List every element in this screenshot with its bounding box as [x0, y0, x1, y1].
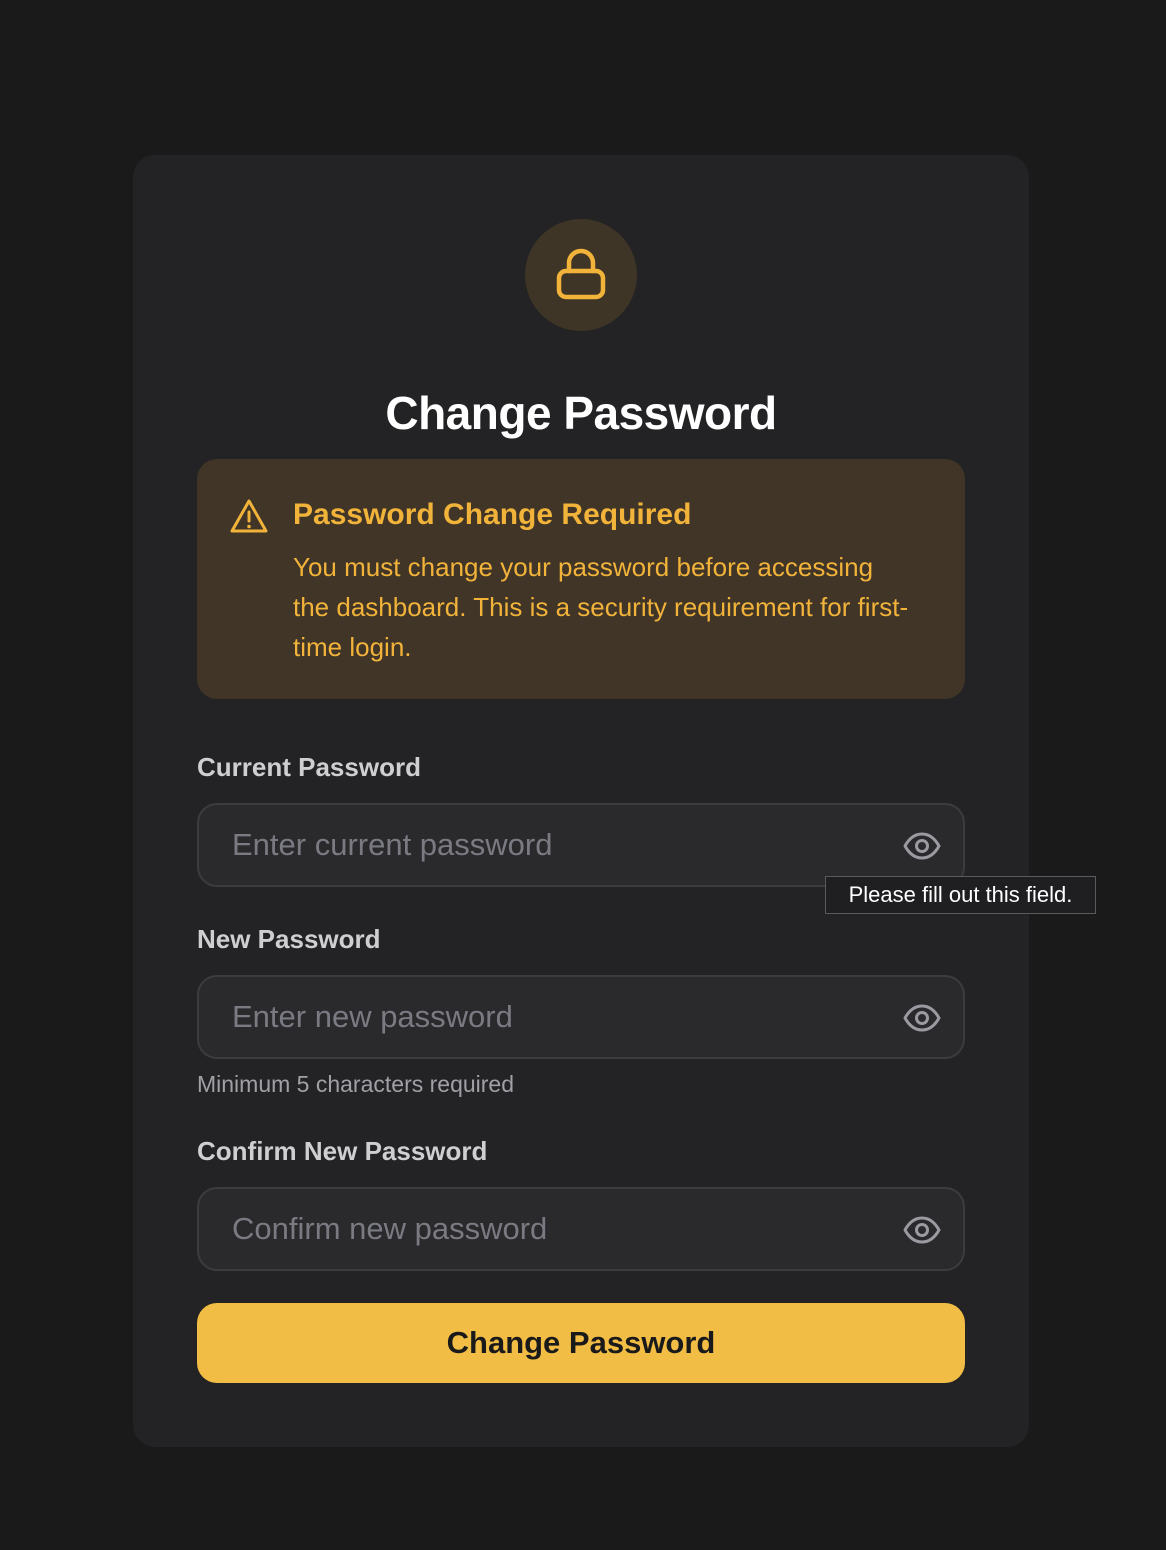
eye-icon	[903, 832, 941, 860]
password-change-alert: Password Change Required You must change…	[197, 459, 965, 699]
alert-title: Password Change Required	[293, 498, 692, 531]
validation-tooltip: Please fill out this field.	[825, 876, 1096, 914]
confirm-password-label: Confirm New Password	[197, 1136, 488, 1166]
confirm-password-input[interactable]	[199, 1189, 879, 1269]
eye-icon	[903, 1004, 941, 1032]
show-new-password-toggle[interactable]	[901, 997, 943, 1039]
new-password-hint: Minimum 5 characters required	[197, 1071, 515, 1097]
lock-icon	[556, 248, 606, 300]
warning-triangle-icon	[230, 499, 268, 533]
new-password-input[interactable]	[199, 977, 879, 1057]
change-password-card: Change Password Password Change Required…	[133, 155, 1029, 1447]
show-current-password-toggle[interactable]	[901, 825, 943, 867]
lock-badge	[525, 219, 637, 331]
new-password-field	[197, 975, 965, 1059]
current-password-label: Current Password	[197, 752, 421, 782]
confirm-password-field	[197, 1187, 965, 1271]
show-confirm-password-toggle[interactable]	[901, 1209, 943, 1251]
current-password-field	[197, 803, 965, 887]
current-password-input[interactable]	[199, 805, 879, 885]
new-password-label: New Password	[197, 924, 381, 954]
page-title: Change Password	[385, 387, 777, 439]
alert-message: You must change your password before acc…	[293, 552, 909, 662]
change-password-button[interactable]: Change Password	[197, 1303, 965, 1383]
eye-icon	[903, 1216, 941, 1244]
